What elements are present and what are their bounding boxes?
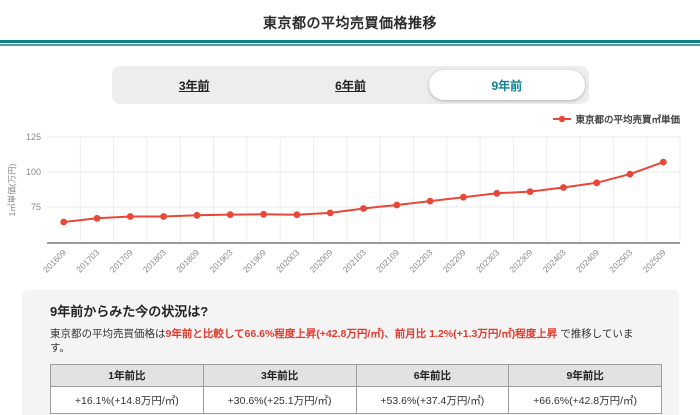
price-trend-chart: 75 100 125 1㎡単価(万円) 201609 201703 201709 201803… <box>0 128 700 288</box>
tab-3-years-label: 3年前 <box>178 78 210 93</box>
table-value-row: +16.1%(+14.8万円/㎡) +30.6%(+25.1万円/㎡) +53.… <box>50 386 662 415</box>
data-point[interactable] <box>93 214 101 222</box>
value-1y: +16.1%(+14.8万円/㎡) <box>50 386 204 415</box>
y-tick-label: 125 <box>26 132 41 142</box>
x-tick-label: 201809 <box>174 247 201 274</box>
data-point[interactable] <box>193 211 201 219</box>
x-tick-label: 202109 <box>374 247 401 274</box>
value-6y: +53.6%(+37.4万円/㎡) <box>355 386 510 415</box>
data-point[interactable] <box>426 197 434 205</box>
summary-statement: 東京都の平均売買価格は9年前と比較して66.6%程度上昇(+42.8万円/㎡)、… <box>50 327 651 355</box>
page-title: 東京都の平均売買価格推移 <box>263 15 437 31</box>
data-point[interactable] <box>326 209 334 217</box>
x-tick-label: 202409 <box>574 247 601 274</box>
x-tick-label: 201903 <box>207 247 234 274</box>
page: 東京都の平均売買価格推移 3年前 6年前 9年前 東京都の平均売買㎡単価 75 1… <box>0 0 700 415</box>
header-3y: 3年前比 <box>202 364 357 388</box>
summary-section: 9年前からみた今の状況は? 東京都の平均売買価格は9年前と比較して66.6%程度… <box>22 290 679 415</box>
tab-3-years-ago[interactable]: 3年前 <box>116 70 272 100</box>
statement-highlight-month: 前月比 1.2%(+1.3万円/㎡)程度上昇 <box>394 328 558 340</box>
data-point[interactable] <box>293 211 301 219</box>
data-point[interactable] <box>60 218 68 226</box>
x-tick-label: 201609 <box>41 247 68 274</box>
data-point[interactable] <box>393 201 401 209</box>
value-9y: +66.6%(+42.8万円/㎡) <box>508 386 662 415</box>
tab-6-years-label: 6年前 <box>335 78 366 93</box>
data-point[interactable] <box>526 188 534 195</box>
x-tick-label: 201703 <box>74 247 101 274</box>
x-tick-label: 202509 <box>641 247 668 274</box>
data-point[interactable] <box>260 210 267 218</box>
y-axis-title: 1㎡単価(万円) <box>7 163 17 216</box>
x-tick-label: 202309 <box>507 247 534 274</box>
data-point[interactable] <box>493 189 501 197</box>
x-tick-label: 201803 <box>141 247 168 274</box>
data-point[interactable] <box>160 213 168 220</box>
data-point[interactable] <box>126 213 134 220</box>
value-3y: +30.6%(+25.1万円/㎡) <box>202 386 357 415</box>
data-point[interactable] <box>360 205 367 212</box>
x-tick-label: 202009 <box>307 247 334 274</box>
header-1y: 1年前比 <box>50 364 204 388</box>
data-point[interactable] <box>659 158 667 166</box>
summary-heading: 9年前からみた今の状況は? <box>50 304 209 319</box>
tab-9-years-label: 9年前 <box>491 78 523 93</box>
legend-line-dot-icon <box>553 115 572 123</box>
header: 東京都の平均売買価格推移 <box>0 0 700 33</box>
header-6y: 6年前比 <box>355 364 510 388</box>
table-header-row: 1年前比 3年前比 6年前比 9年前比 <box>50 364 662 388</box>
x-tick-label: 202209 <box>441 247 468 274</box>
x-tick-label: 202103 <box>341 247 368 274</box>
statement-prefix: 東京都の平均売買価格は <box>50 328 166 340</box>
x-tick-label: 202403 <box>541 247 568 274</box>
y-tick-label: 100 <box>26 167 41 177</box>
series-line <box>63 161 664 223</box>
statement-highlight-9y: 9年前と比較して66.6%程度上昇(+42.8万円/㎡) <box>165 328 385 340</box>
period-tab-bar: 3年前 6年前 9年前 <box>112 66 589 104</box>
data-point[interactable] <box>226 211 234 218</box>
data-point[interactable] <box>460 193 467 201</box>
tab-6-years-ago[interactable]: 6年前 <box>272 70 428 100</box>
chart-legend: 東京都の平均売買㎡単価 <box>553 111 680 127</box>
x-tick-label: 202003 <box>274 247 301 274</box>
divider-line-bottom <box>0 44 700 46</box>
data-point[interactable] <box>593 179 601 187</box>
header-9y: 9年前比 <box>508 364 662 388</box>
x-tick-label: 202203 <box>407 247 434 274</box>
y-tick-label: 75 <box>31 202 41 212</box>
x-tick-label: 201909 <box>241 247 268 274</box>
x-tick-label: 201709 <box>108 247 135 274</box>
x-tick-label: 202303 <box>474 247 501 274</box>
header-divider <box>0 40 700 46</box>
statement-separator: 、 <box>384 328 395 340</box>
legend-label: 東京都の平均売買㎡単価 <box>575 115 680 126</box>
data-point[interactable] <box>560 184 567 191</box>
x-tick-label: 202503 <box>607 247 634 274</box>
data-point[interactable] <box>626 170 634 178</box>
tab-9-years-ago[interactable]: 9年前 <box>428 70 585 100</box>
comparison-table: 1年前比 3年前比 6年前比 9年前比 +16.1%(+14.8万円/㎡) +3… <box>50 364 662 415</box>
